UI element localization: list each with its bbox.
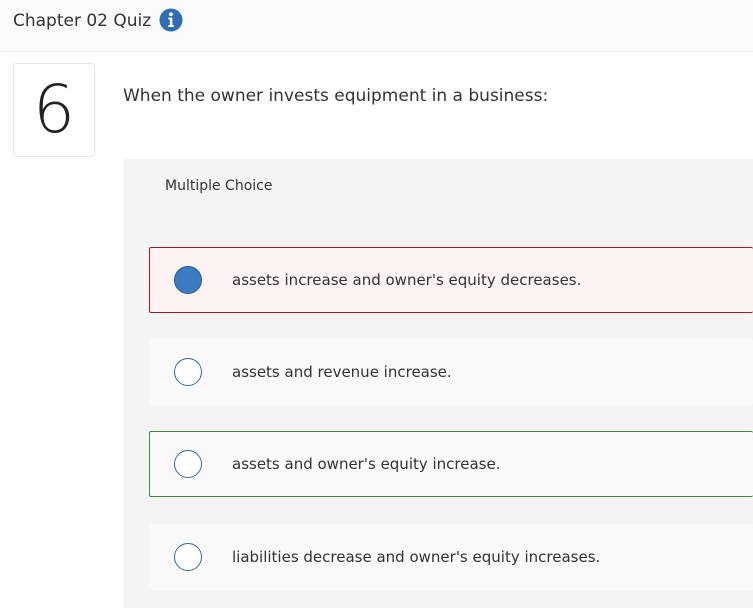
info-icon-graphic [159, 8, 183, 32]
answer-option-text: assets and revenue increase. [232, 363, 452, 381]
answer-option-2[interactable]: assets and revenue increase. [149, 339, 753, 405]
question-number-box: 6 [13, 63, 95, 157]
radio-button-selected-icon[interactable] [174, 266, 202, 294]
answer-option-1[interactable]: assets increase and owner's equity decre… [149, 247, 753, 313]
radio-button-icon[interactable] [174, 543, 202, 571]
answer-options: assets increase and owner's equity decre… [123, 211, 753, 608]
answer-option-4[interactable]: liabilities decrease and owner's equity … [149, 524, 753, 590]
quiz-title: Chapter 02 Quiz [13, 11, 152, 31]
answer-option-text: liabilities decrease and owner's equity … [232, 548, 601, 566]
multiple-choice-panel: Multiple Choice assets increase and owne… [123, 159, 753, 608]
question-type-label: Multiple Choice [165, 178, 273, 194]
answer-option-text: assets increase and owner's equity decre… [232, 271, 582, 289]
question-text: When the owner invests equipment in a bu… [123, 86, 549, 106]
radio-button-icon[interactable] [174, 450, 202, 478]
info-icon[interactable] [159, 8, 183, 32]
quiz-header: Chapter 02 Quiz [0, 0, 753, 52]
answer-option-text: assets and owner's equity increase. [232, 455, 501, 473]
answer-option-3[interactable]: assets and owner's equity increase. [149, 431, 753, 497]
question-number: 6 [33, 71, 75, 148]
radio-button-icon[interactable] [174, 358, 202, 386]
